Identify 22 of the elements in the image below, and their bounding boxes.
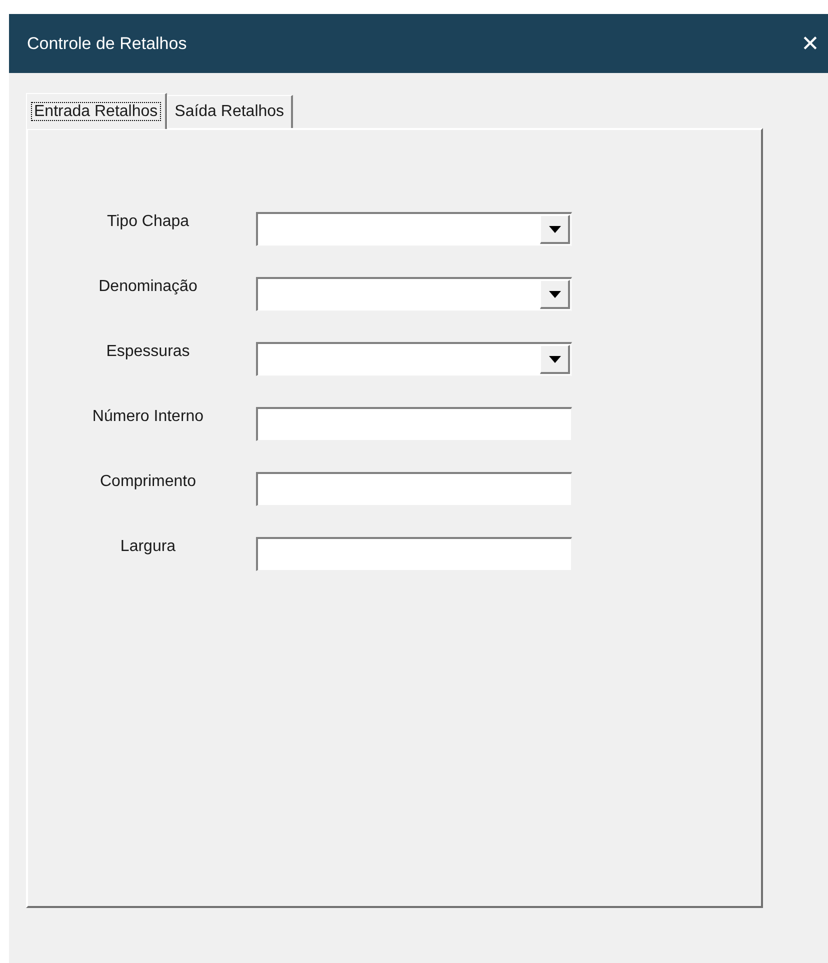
tab[interactable]: Entrada Retalhos — [26, 93, 167, 129]
window-title: Controle de Retalhos — [27, 32, 187, 55]
close-button[interactable]: ✕ — [798, 32, 822, 54]
field-label: Tipo Chapa — [106, 212, 190, 232]
field-label: Número Interno — [92, 407, 204, 427]
dropdown-field[interactable] — [256, 277, 572, 311]
field-label: Largura — [120, 537, 176, 557]
caret-icon — [548, 290, 560, 298]
dropdown-button[interactable] — [540, 280, 570, 309]
field-label: Denominação — [98, 277, 198, 297]
caret-icon — [548, 356, 560, 362]
field-label: Espessuras — [106, 342, 190, 362]
caret-icon — [548, 226, 560, 232]
input-field[interactable] — [256, 472, 572, 506]
tab[interactable]: Saída Retalhos — [166, 95, 294, 128]
dropdown-button[interactable] — [540, 215, 570, 244]
input-field[interactable] — [256, 407, 572, 441]
dropdown-button[interactable] — [540, 345, 570, 374]
field-label: Comprimento — [100, 472, 196, 492]
input-field[interactable] — [256, 537, 572, 571]
dropdown-field[interactable] — [256, 342, 572, 376]
dropdown-field[interactable] — [256, 212, 572, 246]
